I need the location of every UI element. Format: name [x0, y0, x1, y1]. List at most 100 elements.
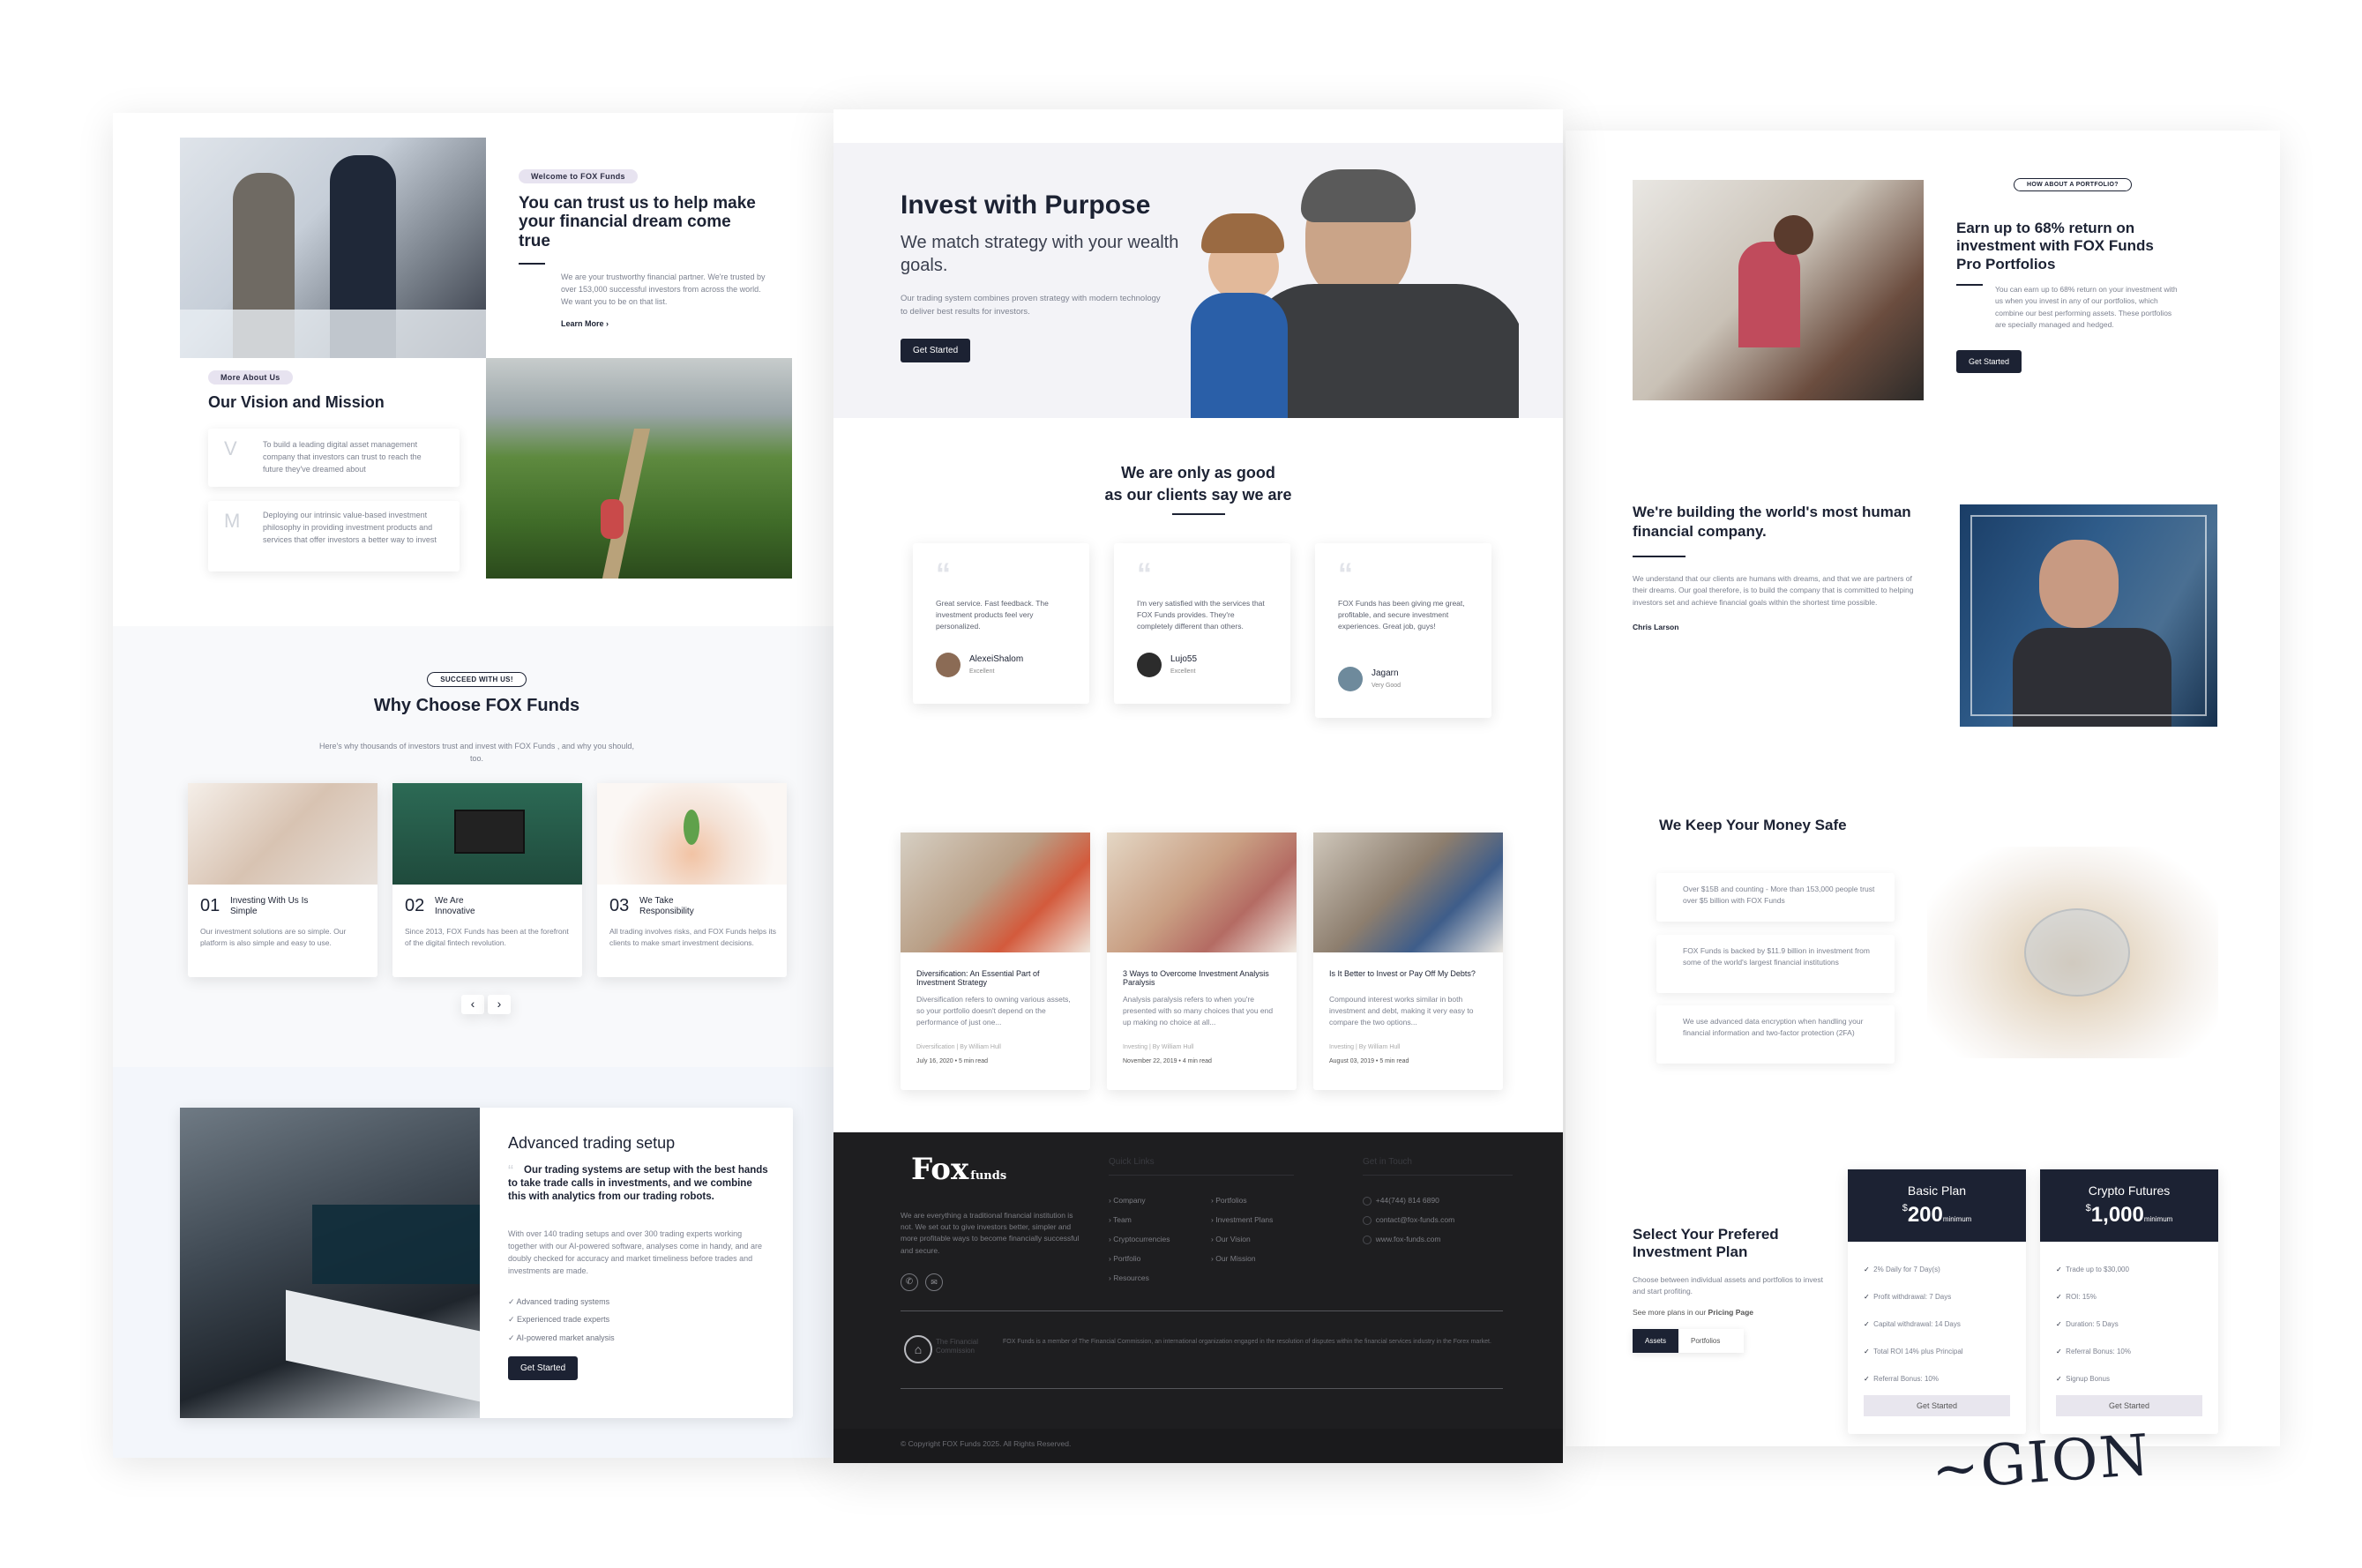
tab-portfolios[interactable]: Portfolios: [1678, 1329, 1733, 1354]
price-unit: minimum: [2143, 1215, 2173, 1223]
author-name: Chris Larson: [1633, 622, 1679, 631]
plan-features: ✓ Trade up to $30,000 ✓ ROI: 15% ✓ Durat…: [2056, 1256, 2131, 1393]
vision-text: To build a leading digital asset managem…: [263, 440, 422, 474]
check-icon: ✓: [2056, 1293, 2064, 1301]
footer-link[interactable]: › Investment Plans: [1211, 1210, 1273, 1229]
list-item: ✓ Signup Bonus: [2056, 1375, 2110, 1383]
commission-name: The Financial Commission: [936, 1338, 979, 1355]
contact-item[interactable]: +44(744) 814 6890: [1363, 1191, 1454, 1210]
why-card-text: All trading involves risks, and FOX Fund…: [609, 927, 776, 948]
get-started-button[interactable]: Get Started: [2056, 1395, 2202, 1416]
plan-name: Basic Plan: [1907, 1183, 1967, 1198]
footer-link[interactable]: › Company: [1109, 1191, 1170, 1210]
family-photo: [188, 783, 377, 885]
blog-card[interactable]: Is It Better to Invest or Pay Off My Deb…: [1313, 833, 1503, 1090]
contact-list: +44(744) 814 6890 contact@fox-funds.com …: [1363, 1191, 1454, 1249]
testimonial-card: “ I'm very satisfied with the services t…: [1114, 543, 1290, 704]
divider: [901, 1310, 1503, 1311]
footer-link[interactable]: › Team: [1109, 1210, 1170, 1229]
blog-meta: Diversification | By William Hull: [916, 1044, 1001, 1050]
why-card[interactable]: 03 We Take Responsibility All trading in…: [597, 783, 787, 977]
get-started-button[interactable]: Get Started: [901, 339, 971, 362]
footer-link[interactable]: › Portfolios: [1211, 1191, 1273, 1210]
avatar: [936, 653, 960, 677]
testimonial-name: Jagarn: [1372, 668, 1399, 678]
list-item: ✓ ROI: 15%: [2056, 1293, 2097, 1301]
advanced-title: Advanced trading setup: [508, 1134, 676, 1152]
why-card[interactable]: 02 We Are Innovative Since 2013, FOX Fun…: [392, 783, 582, 977]
testimonial-text: I'm very satisfied with the services tha…: [1137, 599, 1265, 631]
safe-title: We Keep Your Money Safe: [1659, 817, 1847, 833]
list-item: ✓ 2% Daily for 7 Day(s): [1864, 1266, 1940, 1273]
footer-link[interactable]: › Resources: [1109, 1268, 1170, 1288]
footer-link[interactable]: › Cryptocurrencies: [1109, 1229, 1170, 1249]
check-icon: ✓: [1864, 1375, 1872, 1383]
why-card-text: Since 2013, FOX Funds has been at the fo…: [405, 927, 569, 948]
testimonial-rating: Excellent: [1170, 668, 1196, 675]
footer-links: › Company › Team › Cryptocurrencies › Po…: [1109, 1191, 1170, 1288]
list-item: ✓ AI-powered market analysis: [508, 1333, 615, 1342]
list-item: ✓ Referral Bonus: 10%: [2056, 1348, 2131, 1355]
blog-card[interactable]: 3 Ways to Overcome Investment Analysis P…: [1107, 833, 1297, 1090]
blog-title: 3 Ways to Overcome Investment Analysis P…: [1123, 969, 1269, 988]
blog-text: Compound interest works similar in both …: [1329, 995, 1474, 1027]
copyright: © Copyright FOX Funds 2025. All Rights R…: [901, 1439, 1072, 1448]
tab-assets[interactable]: Assets: [1633, 1329, 1679, 1354]
plan-text: Choose between individual assets and por…: [1633, 1274, 1823, 1295]
speaker-photo: [1960, 504, 2217, 727]
logo: Fox funds: [911, 1152, 1006, 1187]
chevron-left-icon: ‹: [470, 997, 475, 1011]
right-board: HOW ABOUT A PORTFOLIO? Earn up to 68% re…: [1566, 131, 2280, 1446]
check-icon: ✓: [2056, 1266, 2064, 1273]
shopping-cart-photo: [901, 833, 1090, 952]
testimonials-title: We are only as good: [1121, 464, 1275, 482]
list-item: ✓ Trade up to $30,000: [2056, 1266, 2129, 1273]
quote-icon: “: [1137, 557, 1152, 591]
blog-meta: Investing | By William Hull: [1329, 1044, 1401, 1050]
plant-hands-photo: [597, 783, 787, 885]
advanced-quote: Our trading systems are setup with the b…: [508, 1165, 768, 1202]
price-unit: minimum: [1942, 1215, 1972, 1223]
center-board: Invest with Purpose We match strategy wi…: [833, 109, 1563, 1463]
learn-more-link[interactable]: Learn More ›: [561, 319, 801, 328]
footer-link[interactable]: › Our Vision: [1211, 1229, 1273, 1249]
safe-item-text: We use advanced data encryption when han…: [1683, 1017, 1864, 1038]
advanced-card: Advanced trading setup “ Our trading sys…: [180, 1108, 793, 1418]
get-started-button[interactable]: Get Started: [508, 1356, 579, 1380]
get-started-button[interactable]: Get Started: [1956, 349, 2022, 373]
plan-more-text: See more plans in our: [1633, 1308, 1707, 1318]
footer-link[interactable]: › Portfolio: [1109, 1249, 1170, 1268]
get-started-button[interactable]: Get Started: [1864, 1395, 2010, 1416]
list-item: ✓ Advanced trading systems: [508, 1297, 610, 1306]
contact-item[interactable]: contact@fox-funds.com: [1363, 1210, 1454, 1229]
testimonial-rating: Excellent: [969, 668, 995, 675]
plan-features: ✓ 2% Daily for 7 Day(s) ✓ Profit withdra…: [1864, 1256, 1963, 1393]
carousel-next-button[interactable]: ›: [488, 995, 511, 1014]
phone-icon: [1363, 1196, 1372, 1206]
testimonial-rating: Very Good: [1372, 683, 1402, 689]
why-card[interactable]: 01 Investing With Us Is Simple Our inves…: [188, 783, 377, 977]
divider: [1956, 284, 1983, 287]
safe-item-text: FOX Funds is backed by $11.9 billion in …: [1683, 946, 1870, 967]
contact-item[interactable]: www.fox-funds.com: [1363, 1229, 1454, 1249]
hero-title: Invest with Purpose: [901, 190, 1151, 220]
footer-col-title: Get in Touch: [1363, 1157, 1412, 1167]
phone-icon[interactable]: ✆: [901, 1273, 918, 1291]
safe-item-text: Over $15B and counting - More than 153,0…: [1683, 885, 1875, 906]
mission-letter: M: [224, 510, 241, 532]
carousel-prev-button[interactable]: ‹: [461, 995, 484, 1014]
hero-text: Our trading system combines proven strat…: [901, 294, 1161, 317]
list-item: ✓ Referral Bonus: 10%: [1864, 1375, 1939, 1383]
hiking-photo: [486, 358, 792, 579]
pricing-page-link[interactable]: Pricing Page: [1708, 1308, 1754, 1317]
piggy-bank-photo: [1927, 847, 2218, 1058]
why-title: Why Choose FOX Funds: [373, 696, 580, 715]
check-icon: ✓: [2056, 1348, 2064, 1355]
why-card-title: Investing With Us Is Simple: [230, 896, 309, 916]
mail-icon[interactable]: ✉: [925, 1273, 943, 1291]
check-icon: ✓: [508, 1297, 517, 1306]
portfolio-pill: HOW ABOUT A PORTFOLIO?: [2014, 178, 2132, 191]
hero-subtitle: We match strategy with your wealth goals…: [901, 233, 1179, 275]
blog-card[interactable]: Diversification: An Essential Part of In…: [901, 833, 1090, 1090]
footer-link[interactable]: › Our Mission: [1211, 1249, 1273, 1268]
